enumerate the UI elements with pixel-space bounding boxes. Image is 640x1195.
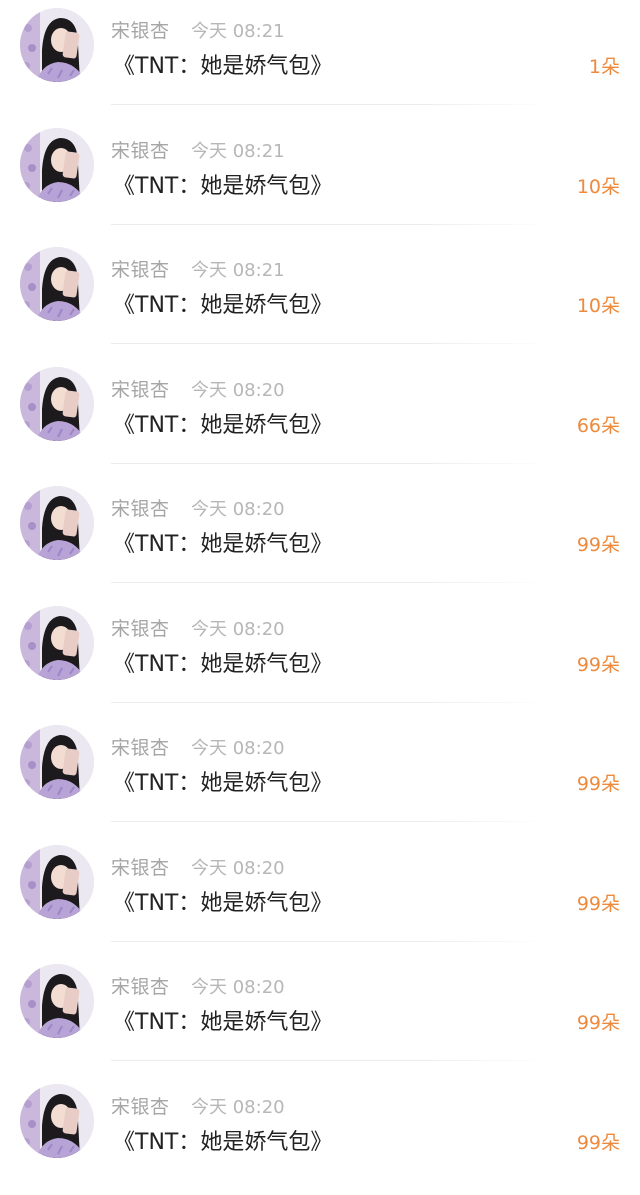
user-avatar[interactable] [20, 367, 94, 441]
user-name[interactable]: 宋银杏 [111, 255, 170, 282]
user-name[interactable]: 宋银杏 [111, 494, 170, 521]
gift-count: 99朵 [577, 1128, 620, 1155]
list-item[interactable]: 宋银杏 今天 08:21 《TNT：她是娇气包》 10朵 [0, 120, 640, 240]
list-item[interactable]: 宋银杏 今天 08:20 《TNT：她是娇气包》 99朵 [0, 956, 640, 1076]
divider [111, 343, 551, 344]
user-name[interactable]: 宋银杏 [111, 16, 170, 43]
user-avatar[interactable] [20, 1084, 94, 1158]
timestamp: 今天 08:21 [191, 17, 285, 43]
user-name[interactable]: 宋银杏 [111, 972, 170, 999]
user-name[interactable]: 宋银杏 [111, 1092, 170, 1119]
user-avatar[interactable] [20, 725, 94, 799]
divider [111, 224, 551, 225]
timestamp: 今天 08:21 [191, 256, 285, 282]
divider [111, 702, 551, 703]
user-avatar[interactable] [20, 606, 94, 680]
divider [111, 463, 551, 464]
timestamp: 今天 08:20 [191, 854, 285, 880]
list-item[interactable]: 宋银杏 今天 08:21 《TNT：她是娇气包》 10朵 [0, 239, 640, 359]
gift-count: 10朵 [577, 291, 620, 318]
book-title[interactable]: 《TNT：她是娇气包》 [113, 765, 332, 797]
book-title[interactable]: 《TNT：她是娇气包》 [113, 168, 332, 200]
book-title[interactable]: 《TNT：她是娇气包》 [113, 287, 332, 319]
gift-count: 99朵 [577, 1008, 620, 1035]
timestamp: 今天 08:20 [191, 376, 285, 402]
divider [111, 1060, 551, 1061]
timestamp: 今天 08:20 [191, 615, 285, 641]
book-title[interactable]: 《TNT：她是娇气包》 [113, 48, 332, 80]
book-title[interactable]: 《TNT：她是娇气包》 [113, 1124, 332, 1156]
book-title[interactable]: 《TNT：她是娇气包》 [113, 646, 332, 678]
list-item[interactable]: 宋银杏 今天 08:20 《TNT：她是娇气包》 99朵 [0, 478, 640, 598]
user-avatar[interactable] [20, 486, 94, 560]
timestamp: 今天 08:21 [191, 137, 285, 163]
user-avatar[interactable] [20, 964, 94, 1038]
gift-count: 99朵 [577, 889, 620, 916]
list-item[interactable]: 宋银杏 今天 08:20 《TNT：她是娇气包》 99朵 [0, 1076, 640, 1195]
user-avatar[interactable] [20, 845, 94, 919]
user-name[interactable]: 宋银杏 [111, 614, 170, 641]
divider [111, 104, 551, 105]
divider [111, 582, 551, 583]
timestamp: 今天 08:20 [191, 734, 285, 760]
gift-count: 99朵 [577, 530, 620, 557]
timestamp: 今天 08:20 [191, 973, 285, 999]
user-avatar[interactable] [20, 247, 94, 321]
gift-count: 99朵 [577, 769, 620, 796]
list-item[interactable]: 宋银杏 今天 08:21 《TNT：她是娇气包》 1朵 [0, 0, 640, 120]
book-title[interactable]: 《TNT：她是娇气包》 [113, 526, 332, 558]
divider [111, 941, 551, 942]
list-item[interactable]: 宋银杏 今天 08:20 《TNT：她是娇气包》 66朵 [0, 359, 640, 479]
list-item[interactable]: 宋银杏 今天 08:20 《TNT：她是娇气包》 99朵 [0, 598, 640, 718]
user-name[interactable]: 宋银杏 [111, 853, 170, 880]
list-item[interactable]: 宋银杏 今天 08:20 《TNT：她是娇气包》 99朵 [0, 837, 640, 957]
user-avatar[interactable] [20, 8, 94, 82]
book-title[interactable]: 《TNT：她是娇气包》 [113, 885, 332, 917]
timestamp: 今天 08:20 [191, 495, 285, 521]
gift-count: 1朵 [589, 52, 620, 79]
user-name[interactable]: 宋银杏 [111, 733, 170, 760]
gift-record-list: 宋银杏 今天 08:21 《TNT：她是娇气包》 1朵 宋银杏 今天 08:21… [0, 0, 640, 1165]
user-avatar[interactable] [20, 128, 94, 202]
user-name[interactable]: 宋银杏 [111, 375, 170, 402]
gift-count: 66朵 [577, 411, 620, 438]
book-title[interactable]: 《TNT：她是娇气包》 [113, 407, 332, 439]
timestamp: 今天 08:20 [191, 1093, 285, 1119]
book-title[interactable]: 《TNT：她是娇气包》 [113, 1004, 332, 1036]
list-item[interactable]: 宋银杏 今天 08:20 《TNT：她是娇气包》 99朵 [0, 717, 640, 837]
divider [111, 821, 551, 822]
gift-count: 10朵 [577, 172, 620, 199]
gift-count: 99朵 [577, 650, 620, 677]
user-name[interactable]: 宋银杏 [111, 136, 170, 163]
